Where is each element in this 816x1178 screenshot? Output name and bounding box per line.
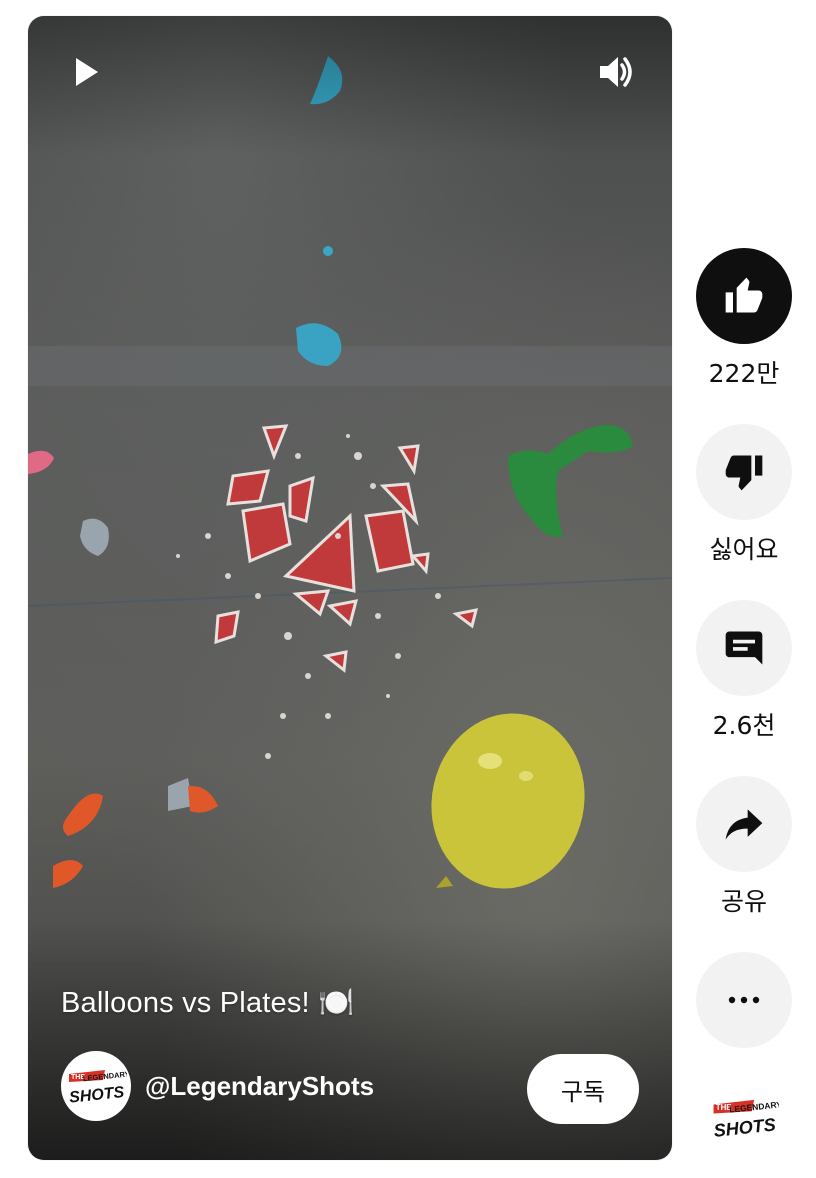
balloon-scrap-orange bbox=[53, 860, 83, 888]
video-title[interactable]: Balloons vs Plates! 🍽️ bbox=[61, 986, 354, 1020]
share-action: 공유 bbox=[696, 776, 792, 918]
volume-icon bbox=[600, 57, 632, 87]
channel-avatar[interactable]: THE LEGENDARY SHOTS bbox=[61, 1051, 131, 1121]
balloon-scrap-pink bbox=[28, 450, 54, 474]
volume-button[interactable] bbox=[596, 52, 636, 92]
svg-text:LEGENDARY: LEGENDARY bbox=[729, 1099, 779, 1114]
shorts-page: Balloons vs Plates! 🍽️ THE LEGENDARY SHO… bbox=[0, 0, 816, 1178]
comments-action: 2.6천 bbox=[696, 600, 792, 742]
plate-shard bbox=[80, 518, 109, 556]
thumbs-up-icon bbox=[725, 277, 763, 313]
svg-text:SHOTS: SHOTS bbox=[68, 1084, 125, 1106]
more-horizontal-icon bbox=[728, 996, 760, 1004]
share-icon bbox=[725, 809, 763, 840]
channel-logo-small: THE LEGENDARY SHOTS bbox=[713, 1099, 779, 1141]
video-player[interactable]: Balloons vs Plates! 🍽️ THE LEGENDARY SHO… bbox=[28, 16, 672, 1160]
like-action: 222만 bbox=[696, 248, 792, 390]
yellow-balloon bbox=[431, 713, 585, 889]
dislike-button[interactable] bbox=[696, 424, 792, 520]
share-button[interactable] bbox=[696, 776, 792, 872]
top-gradient bbox=[28, 16, 672, 156]
channel-name[interactable]: @LegendaryShots bbox=[145, 1071, 374, 1102]
thumbs-down-icon bbox=[725, 455, 763, 491]
channel-logo: THE LEGENDARY SHOTS bbox=[68, 1069, 127, 1106]
balloon-scrap-orange bbox=[63, 793, 103, 836]
svg-text:SHOTS: SHOTS bbox=[713, 1114, 777, 1140]
broken-plate bbox=[214, 424, 479, 673]
balloon-scrap-orange bbox=[188, 785, 218, 813]
bottom-gradient bbox=[28, 920, 672, 1160]
balloon-scrap-blue bbox=[323, 246, 333, 256]
balloon-scrap-green bbox=[508, 425, 633, 537]
share-label: 공유 bbox=[720, 887, 767, 916]
more-action bbox=[696, 952, 792, 1048]
dislike-action: 싫어요 bbox=[696, 424, 792, 566]
sound-channel-logo[interactable]: THE LEGENDARY SHOTS bbox=[706, 1092, 782, 1144]
play-icon bbox=[76, 58, 98, 86]
play-button[interactable] bbox=[66, 52, 106, 92]
dislike-label: 싫어요 bbox=[709, 535, 779, 564]
like-count: 222만 bbox=[708, 359, 780, 388]
like-button[interactable] bbox=[696, 248, 792, 344]
subscribe-button[interactable]: 구독 bbox=[527, 1054, 639, 1124]
comments-button[interactable] bbox=[696, 600, 792, 696]
channel-row: THE LEGENDARY SHOTS @LegendaryShots bbox=[61, 1051, 374, 1121]
more-button[interactable] bbox=[696, 952, 792, 1048]
comment-icon bbox=[725, 631, 763, 665]
comment-count: 2.6천 bbox=[712, 711, 776, 740]
svg-text:LEGENDARY: LEGENDARY bbox=[83, 1069, 127, 1083]
balloon-scrap-blue bbox=[296, 323, 342, 366]
